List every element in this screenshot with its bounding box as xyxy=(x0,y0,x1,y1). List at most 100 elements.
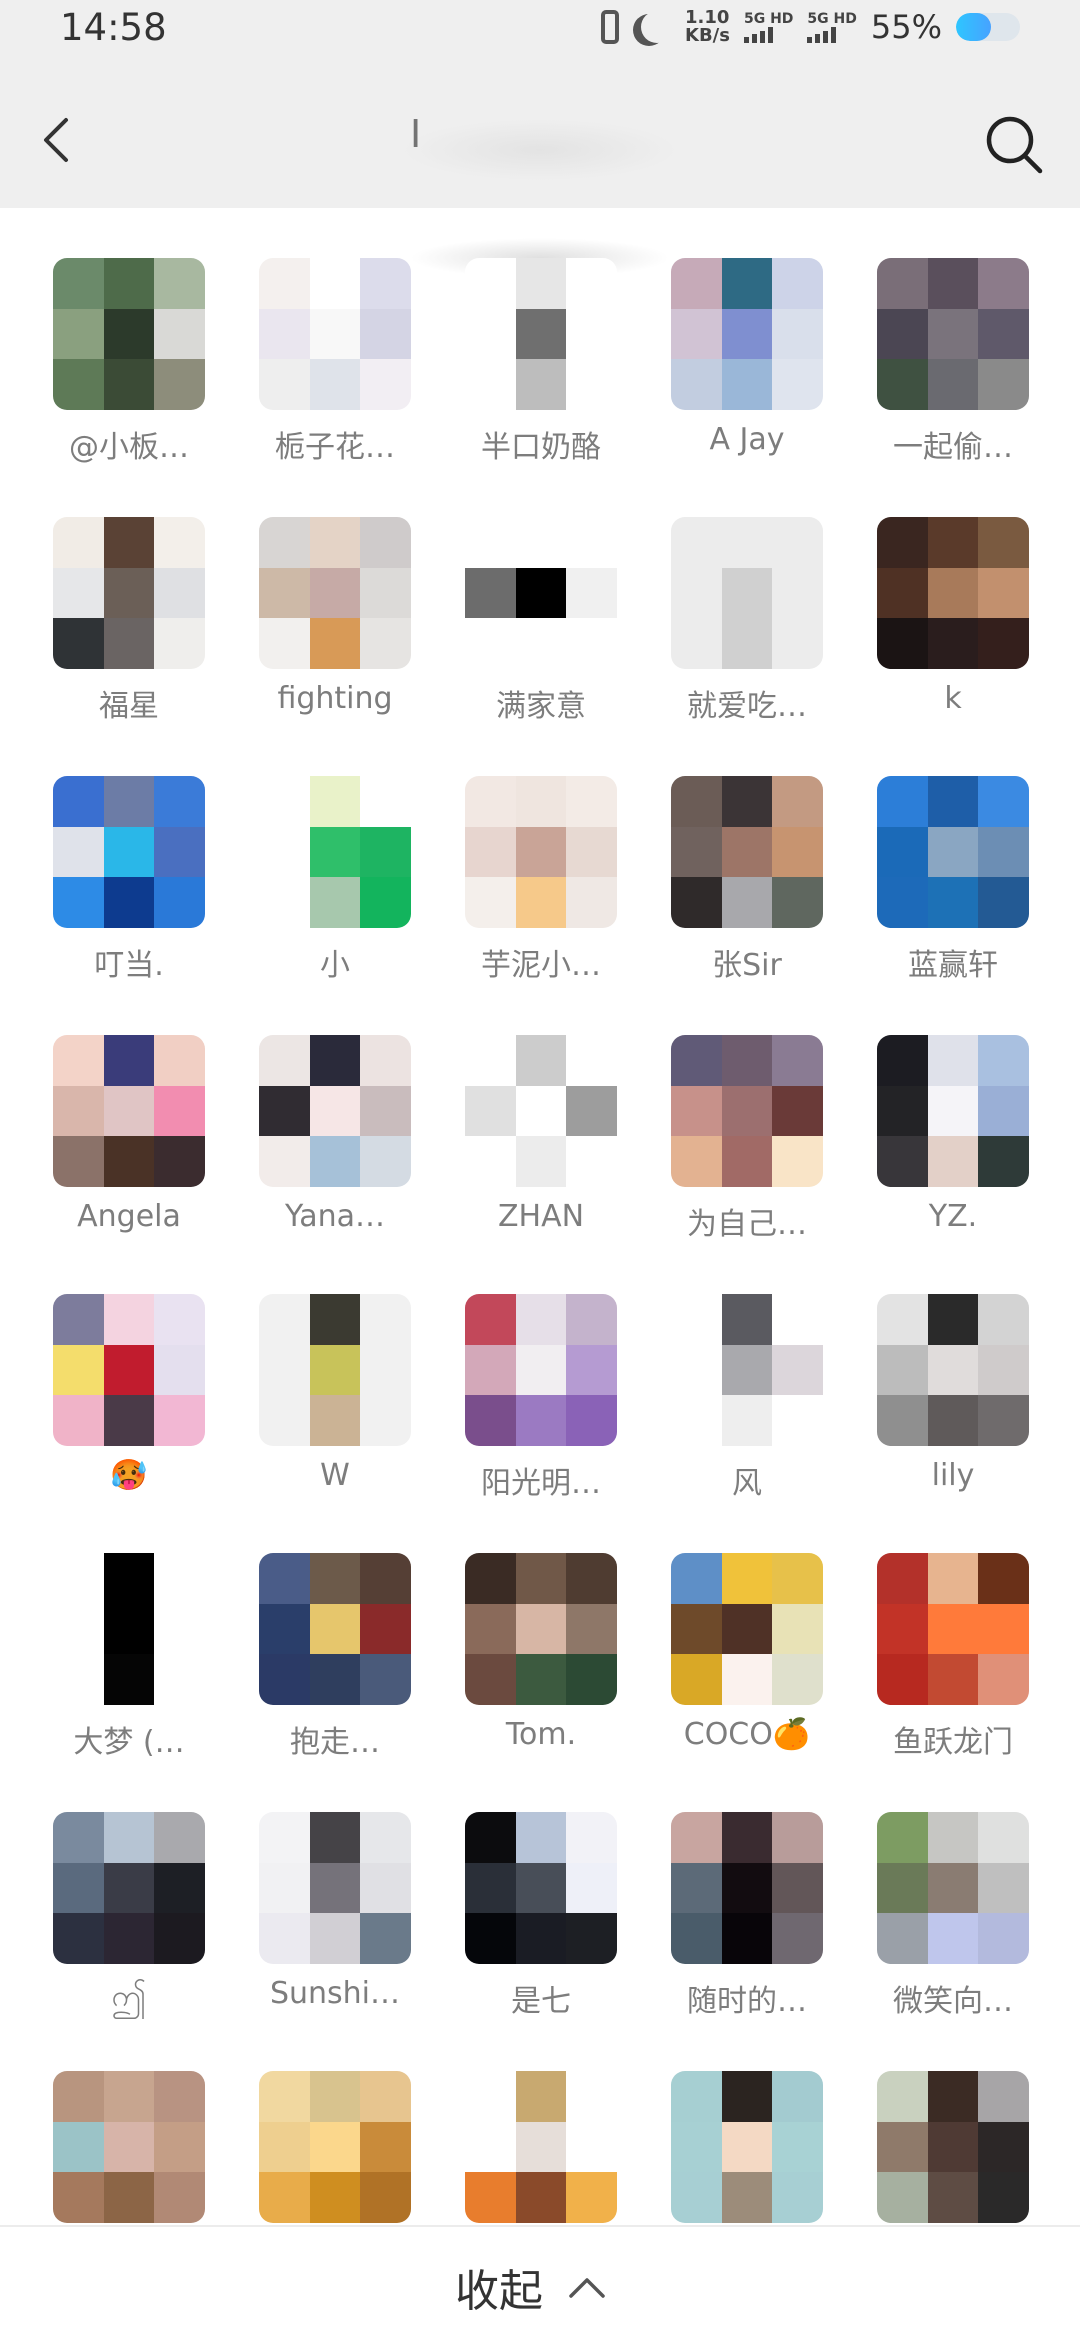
contact-avatar[interactable] xyxy=(465,517,617,669)
contact-item[interactable]: 福星 xyxy=(26,517,232,776)
contact-avatar[interactable] xyxy=(465,1812,617,1964)
contact-avatar[interactable] xyxy=(53,517,205,669)
collapse-button[interactable]: 收起 xyxy=(455,2255,607,2319)
contact-avatar[interactable] xyxy=(671,2071,823,2223)
contact-avatar[interactable] xyxy=(259,776,411,928)
contact-item[interactable]: ဤ xyxy=(26,1812,232,2071)
contact-item[interactable]: 阳光明… xyxy=(438,1294,644,1553)
contact-name: COCO🍊 xyxy=(683,1717,811,1752)
contact-avatar[interactable] xyxy=(877,2071,1029,2223)
contact-name: 芋泥小… xyxy=(481,948,601,983)
contact-item[interactable]: W xyxy=(232,1294,438,1553)
contact-avatar[interactable] xyxy=(877,1553,1029,1705)
contact-avatar[interactable] xyxy=(259,1294,411,1446)
contact-item[interactable]: 叮当. xyxy=(26,776,232,1035)
contact-item[interactable]: 蓝赢轩 xyxy=(850,776,1056,1035)
contact-item[interactable]: @小板… xyxy=(26,258,232,517)
contact-item[interactable]: COCO🍊 xyxy=(644,1553,850,1812)
contact-avatar[interactable] xyxy=(465,1035,617,1187)
sim1-label: 5G HD xyxy=(743,11,794,27)
status-icons: 1.10 KB/s 5G HD 5G HD 55% xyxy=(601,8,1020,46)
bottom-bar: 收起 xyxy=(0,2225,1080,2342)
contact-name: @小板… xyxy=(69,430,189,465)
contact-avatar[interactable] xyxy=(53,2071,205,2223)
chevron-up-icon xyxy=(569,2278,605,2298)
contact-item[interactable]: 小 xyxy=(232,776,438,1035)
contact-item[interactable]: 抱走… xyxy=(232,1553,438,1812)
contact-item[interactable]: A Jay xyxy=(644,258,850,517)
contact-name: Angela xyxy=(77,1199,181,1234)
contact-name: 阳光明… xyxy=(481,1466,601,1501)
contact-avatar[interactable] xyxy=(877,1294,1029,1446)
contact-avatar[interactable] xyxy=(671,1553,823,1705)
contact-item[interactable]: 大梦 (… xyxy=(26,1553,232,1812)
contact-avatar[interactable] xyxy=(877,517,1029,669)
contact-item[interactable]: YZ. xyxy=(850,1035,1056,1294)
contact-item[interactable]: 满家意 xyxy=(438,517,644,776)
contact-avatar[interactable] xyxy=(877,1812,1029,1964)
contact-item[interactable]: Yana… xyxy=(232,1035,438,1294)
contact-name: 半口奶酪 xyxy=(481,430,601,465)
contact-name: 一起偷… xyxy=(893,430,1013,465)
contact-avatar[interactable] xyxy=(259,1035,411,1187)
contact-avatar[interactable] xyxy=(259,517,411,669)
contact-avatar[interactable] xyxy=(671,1812,823,1964)
contact-avatar[interactable] xyxy=(877,776,1029,928)
contact-item[interactable]: 为自己… xyxy=(644,1035,850,1294)
contact-avatar[interactable] xyxy=(877,258,1029,410)
contact-item[interactable]: 就爱吃… xyxy=(644,517,850,776)
contact-avatar[interactable] xyxy=(671,776,823,928)
contact-item[interactable]: fighting xyxy=(232,517,438,776)
contact-name: 叮当. xyxy=(94,948,164,983)
contact-avatar[interactable] xyxy=(465,258,617,410)
contact-avatar[interactable] xyxy=(259,258,411,410)
contact-avatar[interactable] xyxy=(465,2071,617,2223)
contact-item[interactable]: Tom. xyxy=(438,1553,644,1812)
contact-avatar[interactable] xyxy=(53,1294,205,1446)
contact-avatar[interactable] xyxy=(53,1553,205,1705)
back-arrow-icon xyxy=(44,118,68,162)
contact-avatar[interactable] xyxy=(53,1812,205,1964)
contact-grid: @小板… 栀子花… 半口奶酪 A Jay 一起偷… 福星 fighting 满家意 就爱吃… k 叮… xyxy=(0,258,1080,2330)
signal-sim2: 5G HD xyxy=(807,11,857,43)
signal-bars-icon xyxy=(743,27,773,43)
contact-avatar[interactable] xyxy=(259,1553,411,1705)
back-button[interactable] xyxy=(30,110,90,170)
contact-item[interactable]: 风 xyxy=(644,1294,850,1553)
contact-name: 小 xyxy=(320,948,350,983)
contact-item[interactable]: k xyxy=(850,517,1056,776)
contact-item[interactable]: Angela xyxy=(26,1035,232,1294)
contact-name: Sunshi… xyxy=(269,1976,401,2011)
contact-item[interactable]: 栀子花… xyxy=(232,258,438,517)
contact-name: 抱走… xyxy=(290,1725,380,1760)
contact-avatar[interactable] xyxy=(259,2071,411,2223)
contact-avatar[interactable] xyxy=(877,1035,1029,1187)
contact-item[interactable]: ZHAN xyxy=(438,1035,644,1294)
contact-avatar[interactable] xyxy=(671,258,823,410)
contact-avatar[interactable] xyxy=(671,1035,823,1187)
contact-avatar[interactable] xyxy=(53,258,205,410)
sim2-label: 5G HD xyxy=(807,11,857,27)
contact-item[interactable]: 是七 xyxy=(438,1812,644,2071)
contact-item[interactable]: 🥵 xyxy=(26,1294,232,1553)
contact-avatar[interactable] xyxy=(465,776,617,928)
contact-avatar[interactable] xyxy=(53,1035,205,1187)
contact-item[interactable]: 一起偷… xyxy=(850,258,1056,517)
contact-avatar[interactable] xyxy=(53,776,205,928)
contact-item[interactable]: lily xyxy=(850,1294,1056,1553)
contact-item[interactable]: 随时的… xyxy=(644,1812,850,2071)
top-app-bar: I xyxy=(0,60,1080,278)
search-button[interactable] xyxy=(980,110,1050,180)
contact-item[interactable]: 芋泥小… xyxy=(438,776,644,1035)
contact-avatar[interactable] xyxy=(671,517,823,669)
contact-item[interactable]: 张Sir xyxy=(644,776,850,1035)
contact-item[interactable]: 微笑向… xyxy=(850,1812,1056,2071)
contact-avatar[interactable] xyxy=(465,1294,617,1446)
contact-item[interactable]: 鱼跃龙门 xyxy=(850,1553,1056,1812)
contact-avatar[interactable] xyxy=(465,1553,617,1705)
contact-avatar[interactable] xyxy=(259,1812,411,1964)
contact-item[interactable]: 半口奶酪 xyxy=(438,258,644,517)
contact-avatar[interactable] xyxy=(671,1294,823,1446)
contact-item[interactable]: Sunshi… xyxy=(232,1812,438,2071)
do-not-disturb-moon-icon xyxy=(641,11,673,43)
